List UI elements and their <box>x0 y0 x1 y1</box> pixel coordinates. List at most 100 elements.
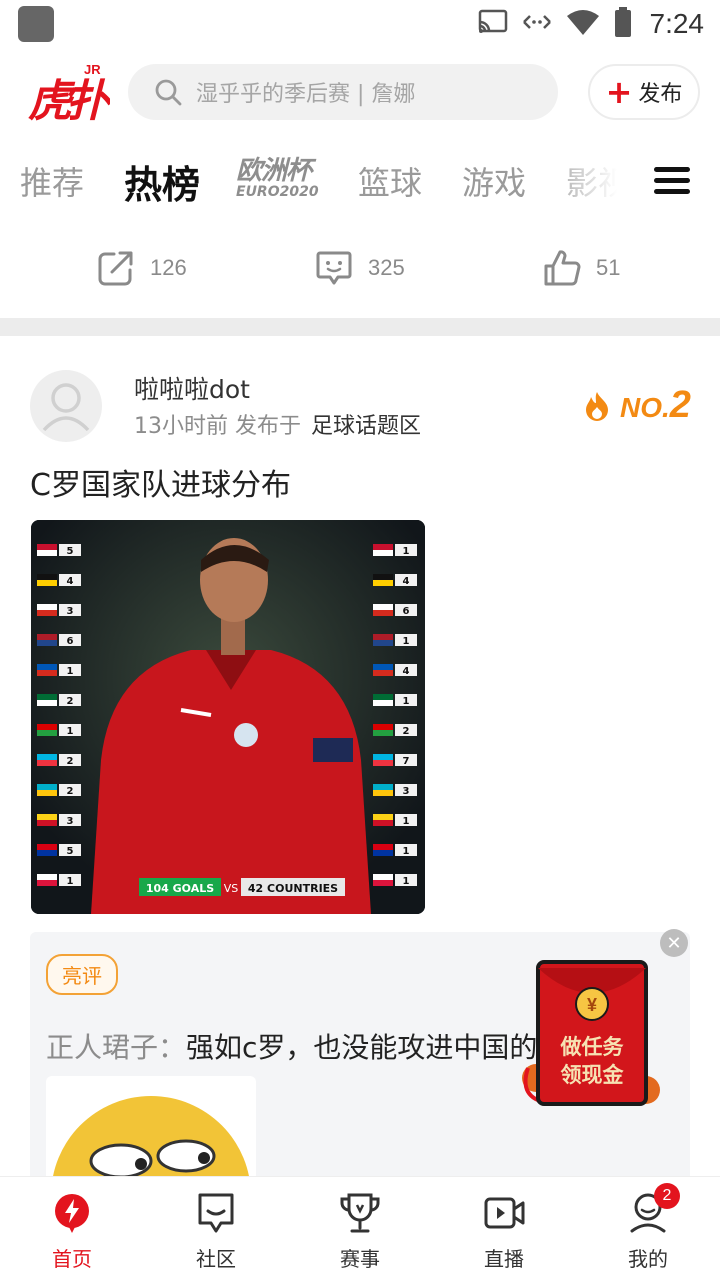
nav-community-label: 社区 <box>196 1247 236 1271</box>
cast-icon <box>478 9 508 41</box>
left-goal-count: 5 <box>67 846 74 857</box>
post-meta: 13小时前 发布于 足球话题区 <box>134 408 421 440</box>
left-flag <box>37 604 57 610</box>
status-time: 7:24 <box>649 8 705 39</box>
right-flag-stripe <box>373 820 393 826</box>
like-button[interactable]: 51 <box>542 248 620 288</box>
comment-emoji-image[interactable] <box>46 1076 256 1182</box>
nav-matches[interactable]: 赛事 <box>310 1191 410 1272</box>
right-flag-stripe <box>373 880 393 886</box>
tab-euro-sub: EURO2020 <box>236 184 319 200</box>
post-title[interactable]: C罗国家队进球分布 <box>30 460 291 504</box>
right-flag-stripe <box>373 760 393 766</box>
right-flag <box>373 574 393 580</box>
avatar[interactable] <box>30 370 102 442</box>
right-goal-count: 1 <box>403 846 410 857</box>
left-flag <box>37 874 57 880</box>
rank-label: NO.2 <box>620 384 691 427</box>
right-flag <box>373 604 393 610</box>
author-name[interactable]: 啦啦啦dot <box>134 370 250 406</box>
left-goal-count: 3 <box>67 606 74 617</box>
comment-count: 325 <box>368 255 405 280</box>
left-flag <box>37 634 57 640</box>
right-flag <box>373 694 393 700</box>
nav-profile[interactable]: 2 我的 <box>598 1183 698 1272</box>
nav-matches-label: 赛事 <box>340 1247 380 1271</box>
left-goal-count: 2 <box>67 756 74 767</box>
left-goal-count: 1 <box>67 876 74 887</box>
like-count: 51 <box>596 255 621 280</box>
left-flag-stripe <box>37 850 57 856</box>
search-icon <box>155 79 182 106</box>
tab-hot-list[interactable]: 热榜 <box>124 154 200 209</box>
right-flag <box>373 844 393 850</box>
task-red-envelope[interactable]: ¥ 做任务 领现金 <box>518 958 668 1116</box>
rank-number: 2 <box>669 384 691 426</box>
thumbs-up-icon <box>544 250 581 286</box>
share-button[interactable]: 126 <box>96 248 187 288</box>
ronaldo-goals-image: 5 4 3 6 1 2 1 2 2 3 5 1 1 4 6 1 4 1 2 7 3 1 1 1 104 GOALS VS 4… <box>31 520 425 914</box>
status-bar: 7:24 <box>0 0 720 48</box>
comment-button[interactable]: 325 <box>314 248 405 288</box>
image-caption-countries: 42 COUNTRIES <box>248 882 338 895</box>
comment-icon <box>316 251 352 285</box>
trophy-icon <box>340 1193 380 1233</box>
nav-live-label: 直播 <box>484 1247 524 1271</box>
right-goal-count: 4 <box>403 576 410 587</box>
data-arrows-icon <box>522 12 552 38</box>
left-goal-count: 1 <box>67 666 74 677</box>
right-flag-stripe <box>373 580 393 586</box>
left-flag <box>37 574 57 580</box>
left-goal-count: 6 <box>67 636 74 647</box>
nav-community[interactable]: 社区 <box>166 1191 266 1272</box>
share-icon <box>98 251 133 286</box>
envelope-line2: 领现金 <box>561 1063 625 1087</box>
left-goal-count: 5 <box>67 546 74 557</box>
left-flag-stripe <box>37 880 57 886</box>
left-flag-stripe <box>37 640 57 646</box>
right-flag-stripe <box>373 640 393 646</box>
image-caption-vs: VS <box>224 882 239 895</box>
app-header: 虎扑 JR 湿乎乎的季后赛 | 詹娜 + 发布 <box>0 48 720 138</box>
tab-games[interactable]: 游戏 <box>462 158 526 204</box>
left-flag-stripe <box>37 730 57 736</box>
tab-recommend[interactable]: 推荐 <box>20 158 84 204</box>
right-flag <box>373 874 393 880</box>
bottom-navigation: 首页 社区 赛事 直播 2 我的 <box>0 1176 720 1280</box>
right-goal-count: 1 <box>403 696 410 707</box>
post-zone[interactable]: 足球话题区 <box>311 414 421 439</box>
right-flag <box>373 664 393 670</box>
right-flag-stripe <box>373 700 393 706</box>
right-flag <box>373 634 393 640</box>
search-placeholder: 湿乎乎的季后赛 | 詹娜 <box>196 82 416 107</box>
search-bar[interactable]: 湿乎乎的季后赛 | 詹娜 <box>128 64 558 120</box>
right-goal-count: 1 <box>403 546 410 557</box>
hot-rank: NO.2 <box>584 384 691 427</box>
red-envelope-icon: ¥ 做任务 领现金 <box>522 960 660 1106</box>
hupu-logo[interactable]: 虎扑 JR <box>26 58 119 130</box>
menu-icon[interactable] <box>652 162 692 202</box>
right-flag <box>373 754 393 760</box>
post-image[interactable]: 5 4 3 6 1 2 1 2 2 3 5 1 1 4 6 1 4 1 2 7 3 1 1 1 104 GOALS VS 4… <box>31 520 425 914</box>
svg-text:虎扑: 虎扑 <box>28 76 110 127</box>
tab-basketball[interactable]: 篮球 <box>358 158 422 204</box>
rank-prefix: NO. <box>620 392 670 423</box>
right-flag <box>373 724 393 730</box>
top-comment-badge: 亮评 <box>46 954 118 995</box>
right-flag <box>373 784 393 790</box>
close-icon[interactable]: ✕ <box>660 929 688 957</box>
nav-live[interactable]: 直播 <box>454 1191 554 1272</box>
right-flag-stripe <box>373 670 393 676</box>
share-count: 126 <box>150 255 187 280</box>
publish-button[interactable]: + 发布 <box>588 64 700 120</box>
tab-euro2020[interactable]: 欧洲杯 EURO2020 <box>236 158 326 204</box>
notification-badge: 2 <box>654 1183 680 1209</box>
left-flag-stripe <box>37 580 57 586</box>
left-flag-stripe <box>37 820 57 826</box>
fire-icon <box>586 391 608 421</box>
left-flag <box>37 814 57 820</box>
left-goal-count: 2 <box>67 696 74 707</box>
nav-home[interactable]: 首页 <box>22 1191 122 1272</box>
comment-user[interactable]: 正人珺子： <box>46 1031 186 1064</box>
tab-euro-label: 欧洲杯 <box>236 156 312 186</box>
